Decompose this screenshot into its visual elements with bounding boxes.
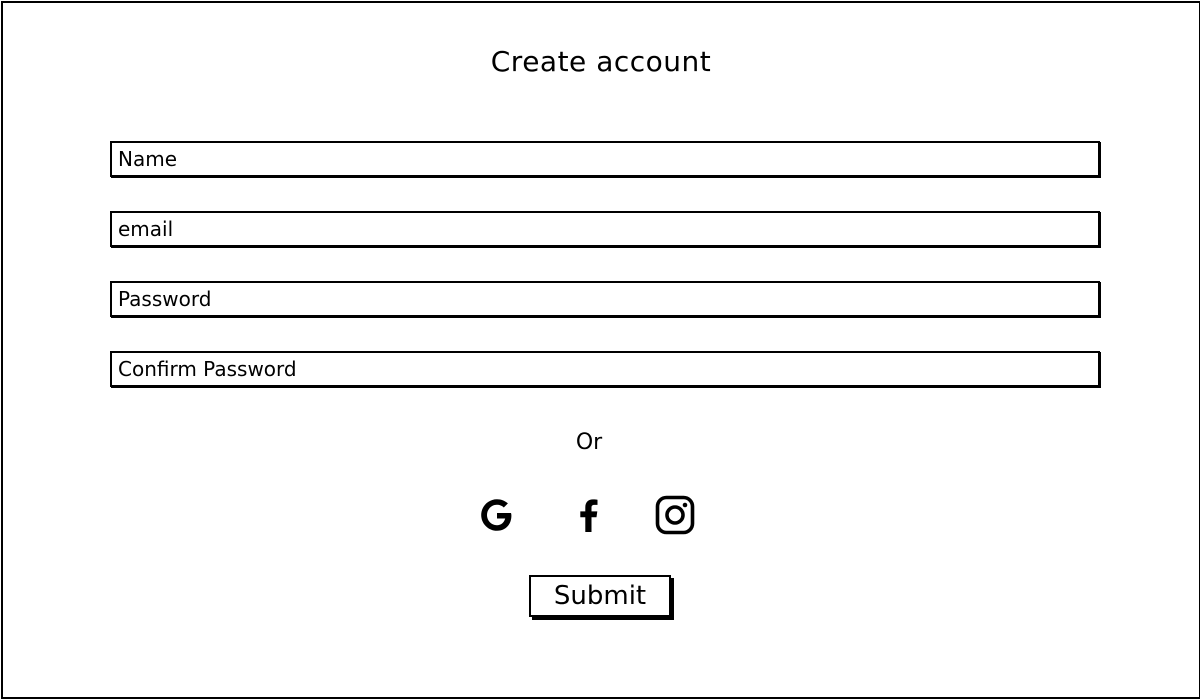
facebook-signin-button[interactable]	[567, 493, 611, 537]
facebook-icon	[580, 499, 598, 532]
or-divider: Or	[575, 430, 603, 455]
instagram-icon	[655, 495, 695, 535]
create-account-frame: Create account Or Submit	[1, 1, 1200, 699]
instagram-signin-button[interactable]	[653, 493, 697, 537]
submit-button[interactable]: Submit	[529, 575, 671, 617]
google-icon	[481, 499, 512, 531]
email-input[interactable]	[110, 211, 1100, 247]
google-signin-button[interactable]	[475, 493, 519, 537]
password-input[interactable]	[110, 281, 1100, 317]
confirm-password-input[interactable]	[110, 351, 1100, 387]
page-title: Create account	[490, 45, 712, 78]
name-input[interactable]	[110, 141, 1100, 177]
